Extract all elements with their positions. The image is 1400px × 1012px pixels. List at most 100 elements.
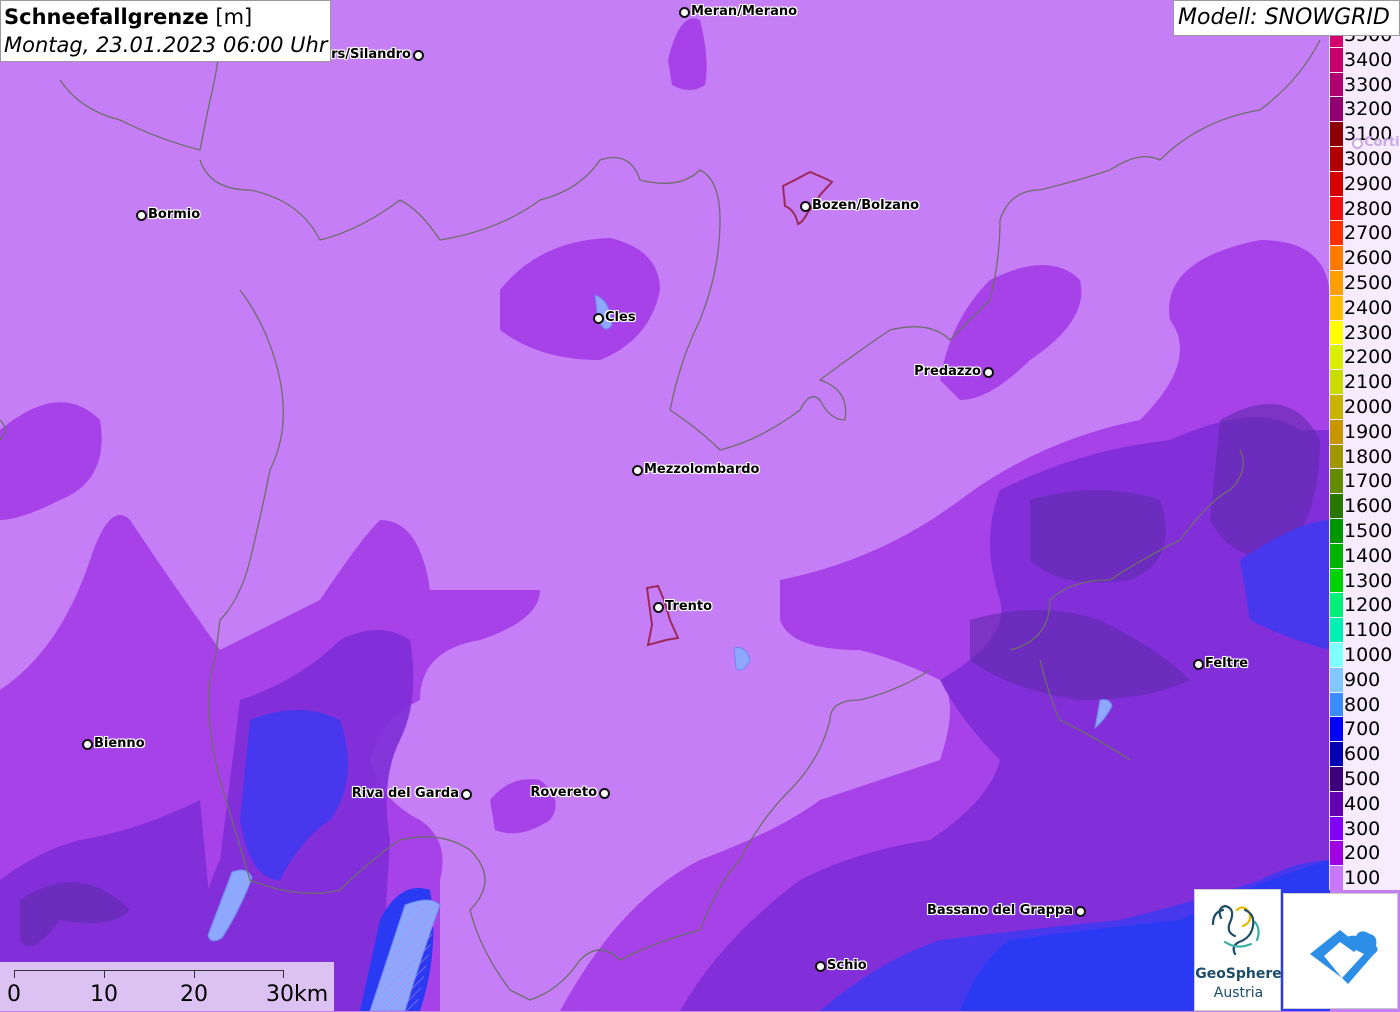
legend-swatch bbox=[1330, 618, 1343, 642]
scale-bar: 0 10 20 30km bbox=[0, 962, 334, 1011]
legend-item: 600 bbox=[1329, 742, 1400, 767]
legend-item: 2800 bbox=[1329, 196, 1400, 222]
legend-item: 1200 bbox=[1329, 593, 1400, 618]
city-label: rs/Silandro bbox=[331, 47, 411, 62]
legend-swatch bbox=[1330, 171, 1343, 196]
snowline-map[interactable] bbox=[0, 0, 1400, 1011]
legend-item: 100 bbox=[1329, 866, 1400, 890]
legend-swatch bbox=[1330, 841, 1343, 866]
legend-swatch bbox=[1330, 97, 1343, 122]
legend-label: 2700 bbox=[1344, 222, 1393, 245]
legend-swatch bbox=[1330, 816, 1343, 841]
legend-swatch bbox=[1330, 345, 1343, 370]
city-dot-icon bbox=[1193, 659, 1204, 670]
geosphere-country: Austria bbox=[1213, 985, 1264, 1001]
legend-label: 200 bbox=[1344, 842, 1381, 865]
legend-swatch bbox=[1330, 72, 1343, 97]
legend-item: 3200 bbox=[1329, 97, 1400, 122]
legend-label: 2200 bbox=[1344, 346, 1393, 369]
legend-label: 900 bbox=[1344, 668, 1381, 691]
legend-item: 2500 bbox=[1329, 271, 1400, 296]
city-dot-icon bbox=[1352, 138, 1363, 149]
legend-label: 1400 bbox=[1344, 544, 1393, 567]
city-label: Mezzolombardo bbox=[644, 462, 760, 477]
map-date: Montag, 23.01.2023 06:00 Uhr bbox=[4, 33, 328, 57]
legend-item: 3300 bbox=[1329, 72, 1400, 98]
legend-item: 2300 bbox=[1329, 320, 1400, 346]
legend-swatch bbox=[1330, 717, 1343, 742]
legend-item: 200 bbox=[1329, 841, 1400, 866]
city-dot-icon bbox=[461, 789, 472, 800]
legend-swatch bbox=[1330, 494, 1343, 518]
legend-item: 2900 bbox=[1329, 171, 1400, 197]
scale-tick bbox=[104, 970, 105, 978]
city-label: Riva del Garda bbox=[351, 786, 459, 801]
legend-label: 2600 bbox=[1344, 247, 1393, 270]
legend-item: 2600 bbox=[1329, 246, 1400, 271]
color-legend: 3500340033003200310030002900280027002600… bbox=[1329, 36, 1400, 890]
city-dot-icon bbox=[632, 465, 643, 476]
geosphere-emblem-icon bbox=[1211, 904, 1260, 956]
legend-item: 1300 bbox=[1329, 568, 1400, 594]
scale-label-20: 20 bbox=[180, 982, 208, 1007]
city-label: Schio bbox=[827, 958, 867, 973]
legend-label: 1200 bbox=[1344, 594, 1393, 617]
legend-swatch bbox=[1330, 568, 1343, 593]
geosphere-name: GeoSphere bbox=[1195, 966, 1282, 982]
legend-swatch bbox=[1330, 543, 1343, 568]
legend-item: 1000 bbox=[1329, 643, 1400, 668]
legend-label: 700 bbox=[1344, 718, 1381, 741]
legend-swatch bbox=[1330, 767, 1343, 791]
legend-label: 300 bbox=[1344, 817, 1381, 840]
legend-label: 3000 bbox=[1344, 148, 1393, 170]
legend-item: 1600 bbox=[1329, 494, 1400, 519]
city-label: Feltre bbox=[1205, 656, 1249, 671]
legend-label: 800 bbox=[1344, 693, 1381, 716]
city-label: Meran/Merano bbox=[691, 4, 798, 19]
city-label: Rovereto bbox=[530, 785, 597, 800]
legend-item: 1400 bbox=[1329, 543, 1400, 569]
legend-swatch bbox=[1330, 196, 1343, 221]
legend-label: 2300 bbox=[1344, 321, 1393, 344]
legend-swatch bbox=[1330, 419, 1343, 444]
legend-label: 1100 bbox=[1344, 619, 1393, 642]
map-title: Schneefallgrenze bbox=[4, 5, 209, 29]
city-dot-icon bbox=[599, 788, 610, 799]
legend-swatch bbox=[1330, 320, 1343, 345]
app-logo[interactable] bbox=[1283, 893, 1398, 1009]
legend-label: 400 bbox=[1344, 792, 1381, 815]
legend-item: 3500 bbox=[1329, 36, 1400, 48]
city-label: Predazzo bbox=[914, 364, 981, 379]
legend-swatch bbox=[1330, 692, 1343, 717]
legend-label: 1000 bbox=[1344, 644, 1393, 666]
legend-label: 2000 bbox=[1344, 396, 1393, 418]
city-label: Corti bbox=[1364, 135, 1400, 150]
scale-label-0: 0 bbox=[7, 982, 21, 1007]
weather-app-icon bbox=[1310, 930, 1378, 984]
legend-swatch bbox=[1330, 271, 1343, 295]
legend-label: 2400 bbox=[1344, 296, 1393, 319]
legend-item: 1700 bbox=[1329, 469, 1400, 494]
legend-label: 1700 bbox=[1344, 470, 1393, 493]
legend-item: 700 bbox=[1329, 717, 1400, 742]
legend-swatch bbox=[1330, 444, 1343, 469]
map-title-unit: [m] bbox=[215, 5, 253, 29]
city-dot-icon bbox=[653, 602, 664, 613]
legend-label: 3200 bbox=[1344, 98, 1393, 121]
model-label: Modell: SNOWGRID bbox=[1173, 0, 1400, 36]
legend-swatch bbox=[1330, 791, 1343, 816]
legend-label: 3400 bbox=[1344, 48, 1393, 71]
city-dot-icon bbox=[593, 313, 604, 324]
legend-swatch bbox=[1330, 246, 1343, 270]
scale-tick bbox=[194, 970, 195, 978]
legend-swatch bbox=[1330, 866, 1343, 890]
legend-label: 1600 bbox=[1344, 495, 1393, 518]
city-dot-icon bbox=[800, 201, 811, 212]
city-dot-icon bbox=[82, 739, 93, 750]
legend-item: 1500 bbox=[1329, 519, 1400, 544]
legend-swatch bbox=[1330, 36, 1343, 47]
geosphere-logo[interactable]: GeoSphere Austria bbox=[1194, 889, 1282, 1011]
legend-label: 3500 bbox=[1344, 36, 1392, 46]
scale-line bbox=[14, 970, 284, 971]
legend-item: 2700 bbox=[1329, 221, 1400, 246]
